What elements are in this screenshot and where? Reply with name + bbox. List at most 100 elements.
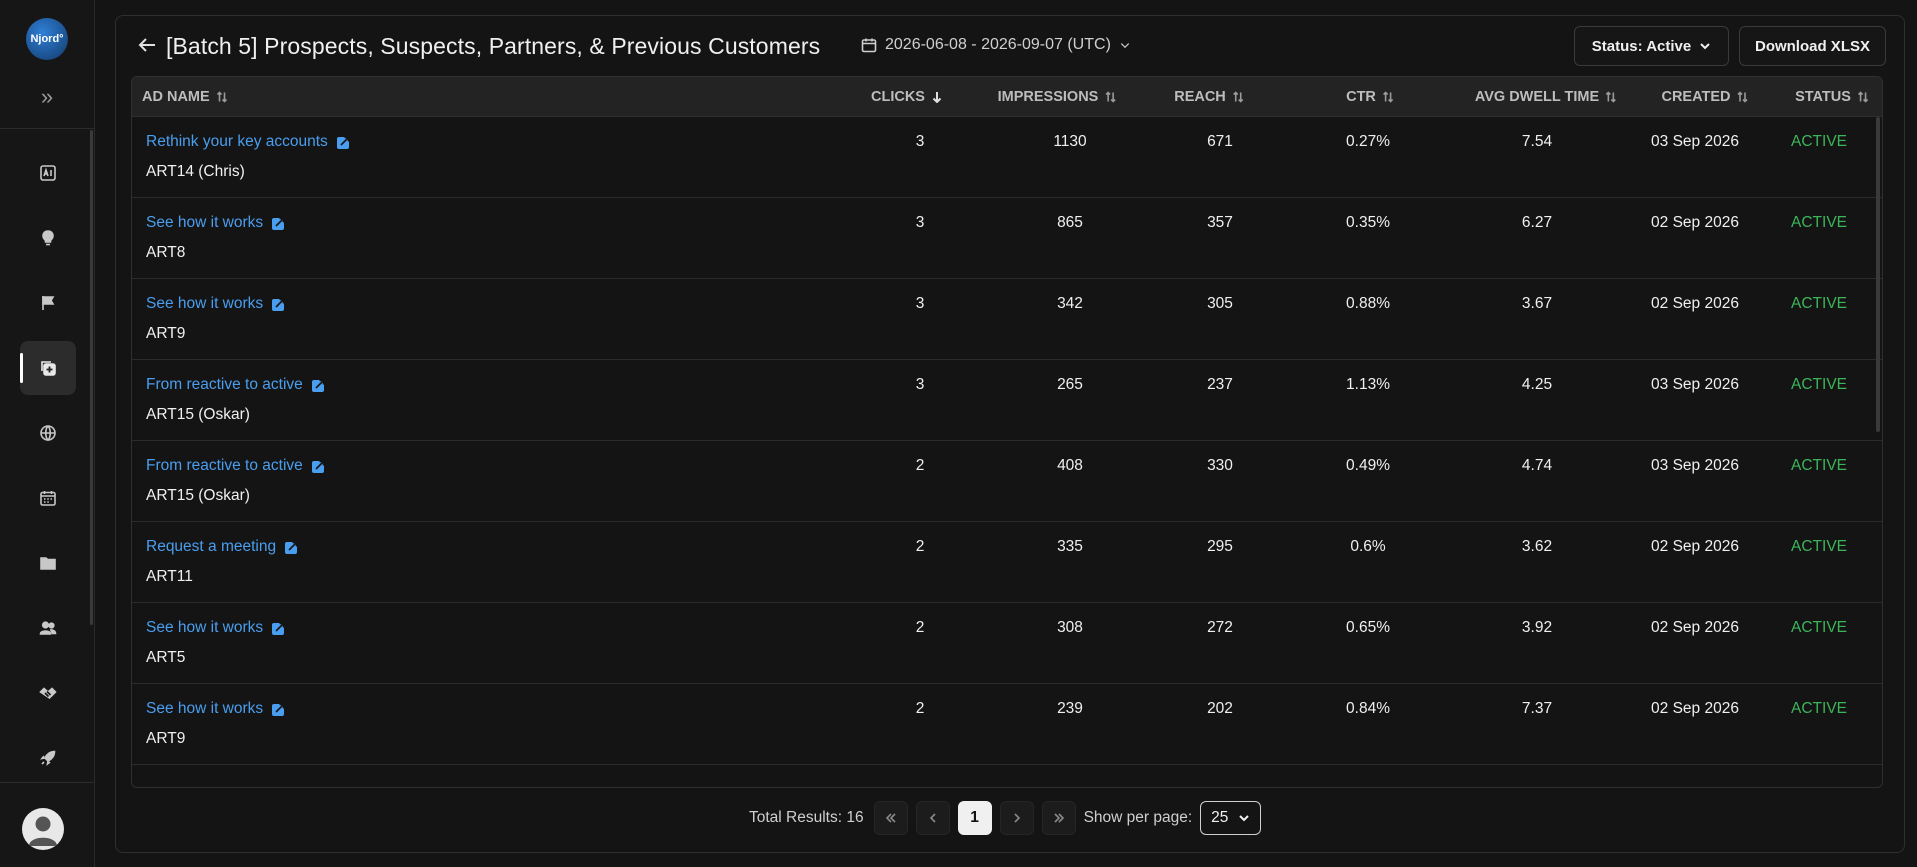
expand-sidebar-icon[interactable]: » [33, 85, 61, 109]
avatar[interactable] [22, 808, 64, 850]
sidebar-divider [0, 782, 94, 783]
cell-created: 02 Sep 2026 [1651, 214, 1739, 231]
download-xlsx-label: Download XLSX [1754, 37, 1870, 55]
column-header-ad-name[interactable]: AD NAME [142, 77, 228, 117]
cell-clicks: 2 [915, 457, 925, 474]
table-row[interactable]: See how it works ART9 3 342 305 0.88% 3.67 02 S… [132, 279, 1882, 360]
column-header-avg-dwell-time[interactable]: AVG DWELL TIME [1475, 77, 1617, 117]
table-row[interactable]: Rethink your key accounts ART14 (Chris) 3 1… [132, 117, 1882, 198]
cell-clicks: 2 [915, 619, 925, 636]
prev-page-button[interactable] [915, 801, 950, 835]
column-header-impressions[interactable]: IMPRESSIONS [998, 77, 1117, 117]
cell-ctr: 0.27% [1346, 133, 1390, 150]
table-row[interactable]: From reactive to active ART15 (Oskar) 3 265… [132, 360, 1882, 441]
column-header-reach[interactable]: REACH [1174, 77, 1244, 117]
column-header-clicks[interactable]: CLICKS [871, 77, 943, 117]
logo[interactable]: Njord° [26, 18, 68, 60]
per-page-select[interactable]: 25 [1200, 801, 1262, 835]
cell-ctr: 0.84% [1346, 700, 1390, 717]
table-row-partial[interactable] [132, 765, 1882, 787]
cell-status: ACTIVE [1791, 457, 1847, 474]
back-button[interactable] [136, 34, 160, 58]
cell-status: ACTIVE [1791, 700, 1847, 717]
download-xlsx-button[interactable]: Download XLSX [1739, 26, 1886, 66]
table-row[interactable]: From reactive to active ART15 (Oskar) 2 408… [132, 441, 1882, 522]
nav-item-calendar[interactable] [20, 471, 76, 525]
chevron-left-icon [929, 813, 936, 823]
nav-item-ads[interactable] [20, 341, 76, 395]
column-header-label: CLICKS [871, 89, 925, 105]
ad-creative-name: ART8 [146, 244, 186, 261]
ad-title-link[interactable]: From reactive to active [146, 376, 326, 394]
cell-reach: 330 [1207, 457, 1233, 474]
first-page-button[interactable] [873, 801, 908, 835]
chevron-down-icon [1239, 815, 1250, 822]
cell-created: 02 Sep 2026 [1651, 538, 1739, 555]
ad-title-link[interactable]: See how it works [146, 700, 286, 718]
status-filter-dropdown[interactable]: Status: Active [1574, 26, 1729, 66]
nav-item-web[interactable] [20, 406, 76, 460]
sidebar-scrollbar[interactable] [90, 130, 93, 625]
cell-created: 02 Sep 2026 [1651, 295, 1739, 312]
cell-impressions: 408 [1057, 457, 1083, 474]
table-row[interactable]: See how it works ART5 2 308 272 0.65% 3.92 02 S… [132, 603, 1882, 684]
cell-reach: 295 [1207, 538, 1233, 555]
sidebar-divider [0, 128, 94, 129]
ad-creative-name: ART15 (Oskar) [146, 406, 250, 423]
cell-status: ACTIVE [1791, 376, 1847, 393]
external-edit-icon [285, 541, 298, 554]
sidebar: Njord° » [0, 0, 95, 867]
arrow-left-icon [138, 38, 155, 52]
cell-impressions: 1130 [1053, 133, 1087, 150]
calendar-icon [861, 38, 877, 53]
cell-ctr: 0.88% [1346, 295, 1390, 312]
column-header-ctr[interactable]: CTR [1346, 77, 1394, 117]
sort-desc-icon [932, 92, 942, 103]
handshake-icon [39, 687, 57, 700]
cell-created: 03 Sep 2026 [1651, 457, 1739, 474]
sort-icon [1857, 91, 1868, 103]
column-header-label: IMPRESSIONS [997, 89, 1099, 105]
column-header-status[interactable]: STATUS [1795, 77, 1869, 117]
nav-item-goals[interactable] [20, 276, 76, 330]
ad-title: From reactive to active [146, 457, 303, 474]
nav-item-team[interactable] [20, 601, 76, 655]
cell-avg-dwell-time: 3.62 [1521, 538, 1553, 555]
nav-item-partners[interactable] [20, 666, 76, 720]
ad-title-link[interactable]: Rethink your key accounts [146, 133, 351, 151]
chevron-down-icon [1700, 43, 1710, 50]
ad-title-link[interactable]: From reactive to active [146, 457, 326, 475]
ads-table: AD NAME CLICKS IMPRESSIONS REACH CTR AVG DWEL… [131, 76, 1883, 788]
external-edit-icon [272, 703, 285, 716]
external-edit-icon [311, 460, 325, 473]
cell-impressions: 342 [1057, 295, 1083, 312]
page-button-current[interactable]: 1 [957, 801, 992, 835]
sort-icon [1105, 91, 1116, 103]
nav-item-launch[interactable] [20, 731, 76, 785]
sort-icon [216, 91, 227, 103]
ad-title-link[interactable]: See how it works [146, 214, 286, 232]
ad-creative-name: ART15 (Oskar) [146, 487, 250, 504]
ad-title-link[interactable]: See how it works [146, 619, 286, 637]
table-row[interactable]: Request a meeting ART11 2 335 295 0.6% 3.62 02 … [132, 522, 1882, 603]
external-edit-icon [272, 622, 285, 635]
table-row[interactable]: See how it works ART9 2 239 202 0.84% 7.37 02 S… [132, 684, 1882, 765]
ad-title-link[interactable]: Request a meeting [146, 538, 299, 556]
nav-item-insights[interactable] [20, 211, 76, 265]
ad-title-link[interactable]: See how it works [146, 295, 286, 313]
nav-item-ai[interactable] [20, 146, 76, 200]
date-range-picker[interactable]: 2026-06-08 - 2026-09-07 (UTC) [861, 36, 1131, 54]
cell-clicks: 2 [915, 700, 925, 717]
lightbulb-icon [42, 230, 54, 246]
table-scrollbar[interactable] [1876, 117, 1880, 432]
cell-impressions: 865 [1057, 214, 1083, 231]
nav-item-files[interactable] [20, 536, 76, 590]
ad-title: Rethink your key accounts [146, 133, 328, 150]
table-row[interactable]: See how it works ART8 3 865 357 0.35% 6.27 02 S… [132, 198, 1882, 279]
last-page-button[interactable] [1041, 801, 1076, 835]
cell-avg-dwell-time: 3.92 [1521, 619, 1553, 636]
ad-creative-name: ART11 [146, 568, 193, 585]
column-header-created[interactable]: CREATED [1661, 77, 1748, 117]
next-page-button[interactable] [999, 801, 1034, 835]
per-page-value: 25 [1211, 809, 1229, 826]
